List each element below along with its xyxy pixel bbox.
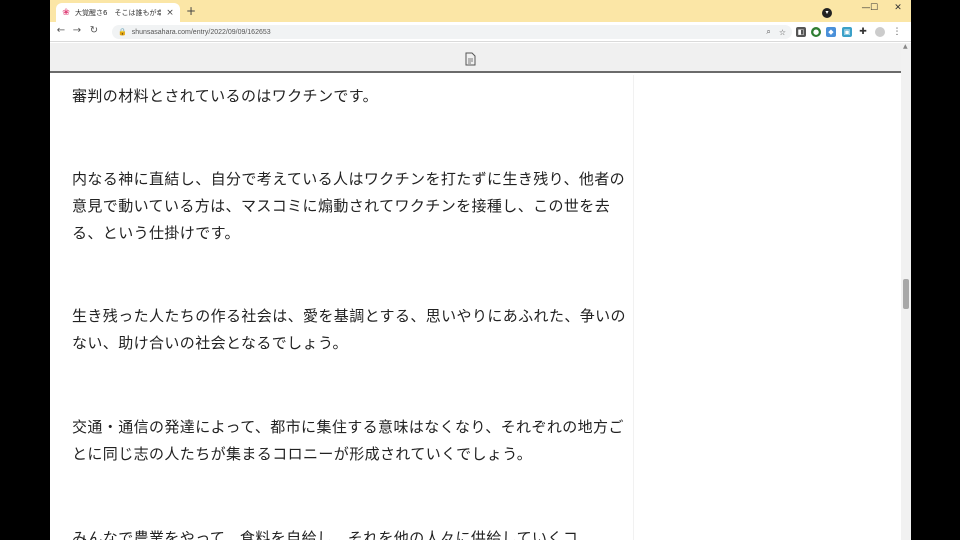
menu-kebab-icon[interactable]: ⋮ [892,27,902,37]
back-button[interactable]: ← [54,25,68,36]
profile-avatar-icon[interactable] [875,27,885,37]
tab-strip: ❀ 大覚醒さ6 そこは誰もが幸せになる × + ▾ — ☐ ✕ [50,0,911,22]
download-icon[interactable]: ▾ [822,8,832,18]
article-paragraph: みんなで農業をやって、食料を自給し、それを他の人々に供給していくコ [72,529,579,540]
reload-button[interactable]: ↻ [87,25,101,36]
forward-button[interactable]: → [70,25,84,36]
toolbar: ← → ↻ 🔒 shunsasahara.com/entry/2022/09/0… [50,22,911,42]
tab-title: 大覚醒さ6 そこは誰もが幸せになる [75,8,161,17]
extension-translate-icon[interactable]: ◧ [796,27,806,37]
vertical-scrollbar[interactable]: ▲ [901,43,911,540]
address-bar[interactable]: 🔒 shunsasahara.com/entry/2022/09/09/1626… [112,25,792,39]
document-icon[interactable] [463,52,477,66]
tab-active[interactable]: ❀ 大覚醒さ6 そこは誰もが幸せになる × [56,3,180,22]
scroll-up-arrow-icon[interactable]: ▲ [903,43,908,50]
web-page: 審判の材料とされているのはワクチンです。 内なる神に直結し、自分で考えている人は… [50,43,901,540]
close-window-button[interactable]: ✕ [890,3,906,13]
zoom-icon[interactable]: ⌕ [766,27,770,37]
article-paragraph: 内なる神に直結し、自分で考えている人はワクチンを打たずに生き残り、他者の意見で動… [72,170,626,242]
article-paragraph: 審判の材料とされているのはワクチンです。 [72,87,379,105]
extension-blue-icon[interactable]: ◆ [826,27,836,37]
url-text: shunsasahara.com/entry/2022/09/09/162653 [131,28,271,36]
lock-icon: 🔒 [118,28,127,36]
article-body: 審判の材料とされているのはワクチンです。 内なる神に直結し、自分で考えている人は… [50,75,633,540]
bookmark-star-icon[interactable]: ☆ [779,28,786,37]
maximize-button[interactable]: ☐ [866,3,882,13]
sidebar-divider [633,75,634,540]
article-paragraph: 交通・通信の発達によって、都市に集住する意味はなくなり、それぞれの地方ごとに同じ… [72,418,624,463]
tab-close-icon[interactable]: × [165,8,175,18]
scrollbar-thumb[interactable] [903,279,909,309]
sakura-icon: ❀ [62,7,70,18]
page-header-bar [50,43,901,73]
extension-green-icon[interactable]: ● [811,27,821,37]
extensions-puzzle-icon[interactable]: ✚ [858,27,868,37]
new-tab-button[interactable]: + [184,4,198,18]
extension-screen-icon[interactable]: ▣ [842,27,852,37]
browser-window: ❀ 大覚醒さ6 そこは誰もが幸せになる × + ▾ — ☐ ✕ ← → ↻ 🔒 … [50,0,911,540]
article-paragraph: 生き残った人たちの作る社会は、愛を基調とする、思いやりにあふれた、争いのない、助… [72,307,626,352]
